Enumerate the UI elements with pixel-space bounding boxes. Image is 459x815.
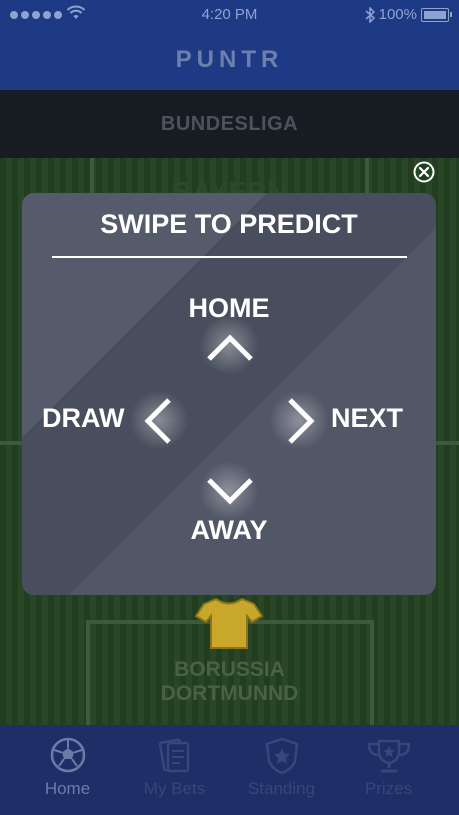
tab-my-bets[interactable]: My Bets xyxy=(117,725,232,815)
tab-prizes[interactable]: Prizes xyxy=(331,725,446,815)
chevron-right-icon[interactable] xyxy=(285,397,317,445)
away-team-line2: DORTMUNND xyxy=(160,682,299,705)
modal-divider xyxy=(52,256,407,258)
away-team-line1: BORUSSIA xyxy=(174,658,285,681)
next-label: NEXT xyxy=(331,403,404,433)
shield-star-icon xyxy=(265,737,298,775)
tab-standing-label: Standing xyxy=(247,779,316,798)
draw-label: DRAW xyxy=(42,403,125,433)
tab-home[interactable]: Home xyxy=(10,725,125,815)
bluetooth-icon xyxy=(365,6,375,23)
cards-icon xyxy=(158,738,189,773)
modal-title: SWIPE TO PREDICT xyxy=(100,209,358,239)
tab-home-label: Home xyxy=(44,779,91,798)
status-bar: 4:20 PM 100% xyxy=(0,0,459,30)
app-header: PUNTR xyxy=(0,30,459,90)
away-team-name: BORUSSIA DORTMUNND xyxy=(0,658,459,706)
tab-standing[interactable]: Standing xyxy=(224,725,339,815)
tab-prizes-label: Prizes xyxy=(364,779,413,798)
tab-my-bets-label: My Bets xyxy=(143,779,206,798)
chevron-down-icon[interactable] xyxy=(206,476,254,506)
battery-icon xyxy=(421,7,452,22)
league-name: BUNDESLIGA xyxy=(160,112,299,135)
close-icon[interactable] xyxy=(413,161,435,183)
league-bar: BUNDESLIGA xyxy=(0,90,459,158)
app-logo: PUNTR xyxy=(175,46,284,73)
away-label: AWAY xyxy=(190,515,268,545)
jersey-icon xyxy=(194,597,264,649)
soccer-ball-icon xyxy=(50,737,85,773)
battery-percent: 100% xyxy=(378,6,417,23)
chevron-left-icon[interactable] xyxy=(142,397,174,445)
swipe-tutorial-modal: SWIPE TO PREDICT HOME DRAW NEXT AWAY xyxy=(22,193,436,595)
chevron-up-icon[interactable] xyxy=(206,333,254,363)
trophy-icon xyxy=(367,739,410,773)
bottom-tab-bar: Home My Bets Standing Prizes xyxy=(0,725,459,815)
